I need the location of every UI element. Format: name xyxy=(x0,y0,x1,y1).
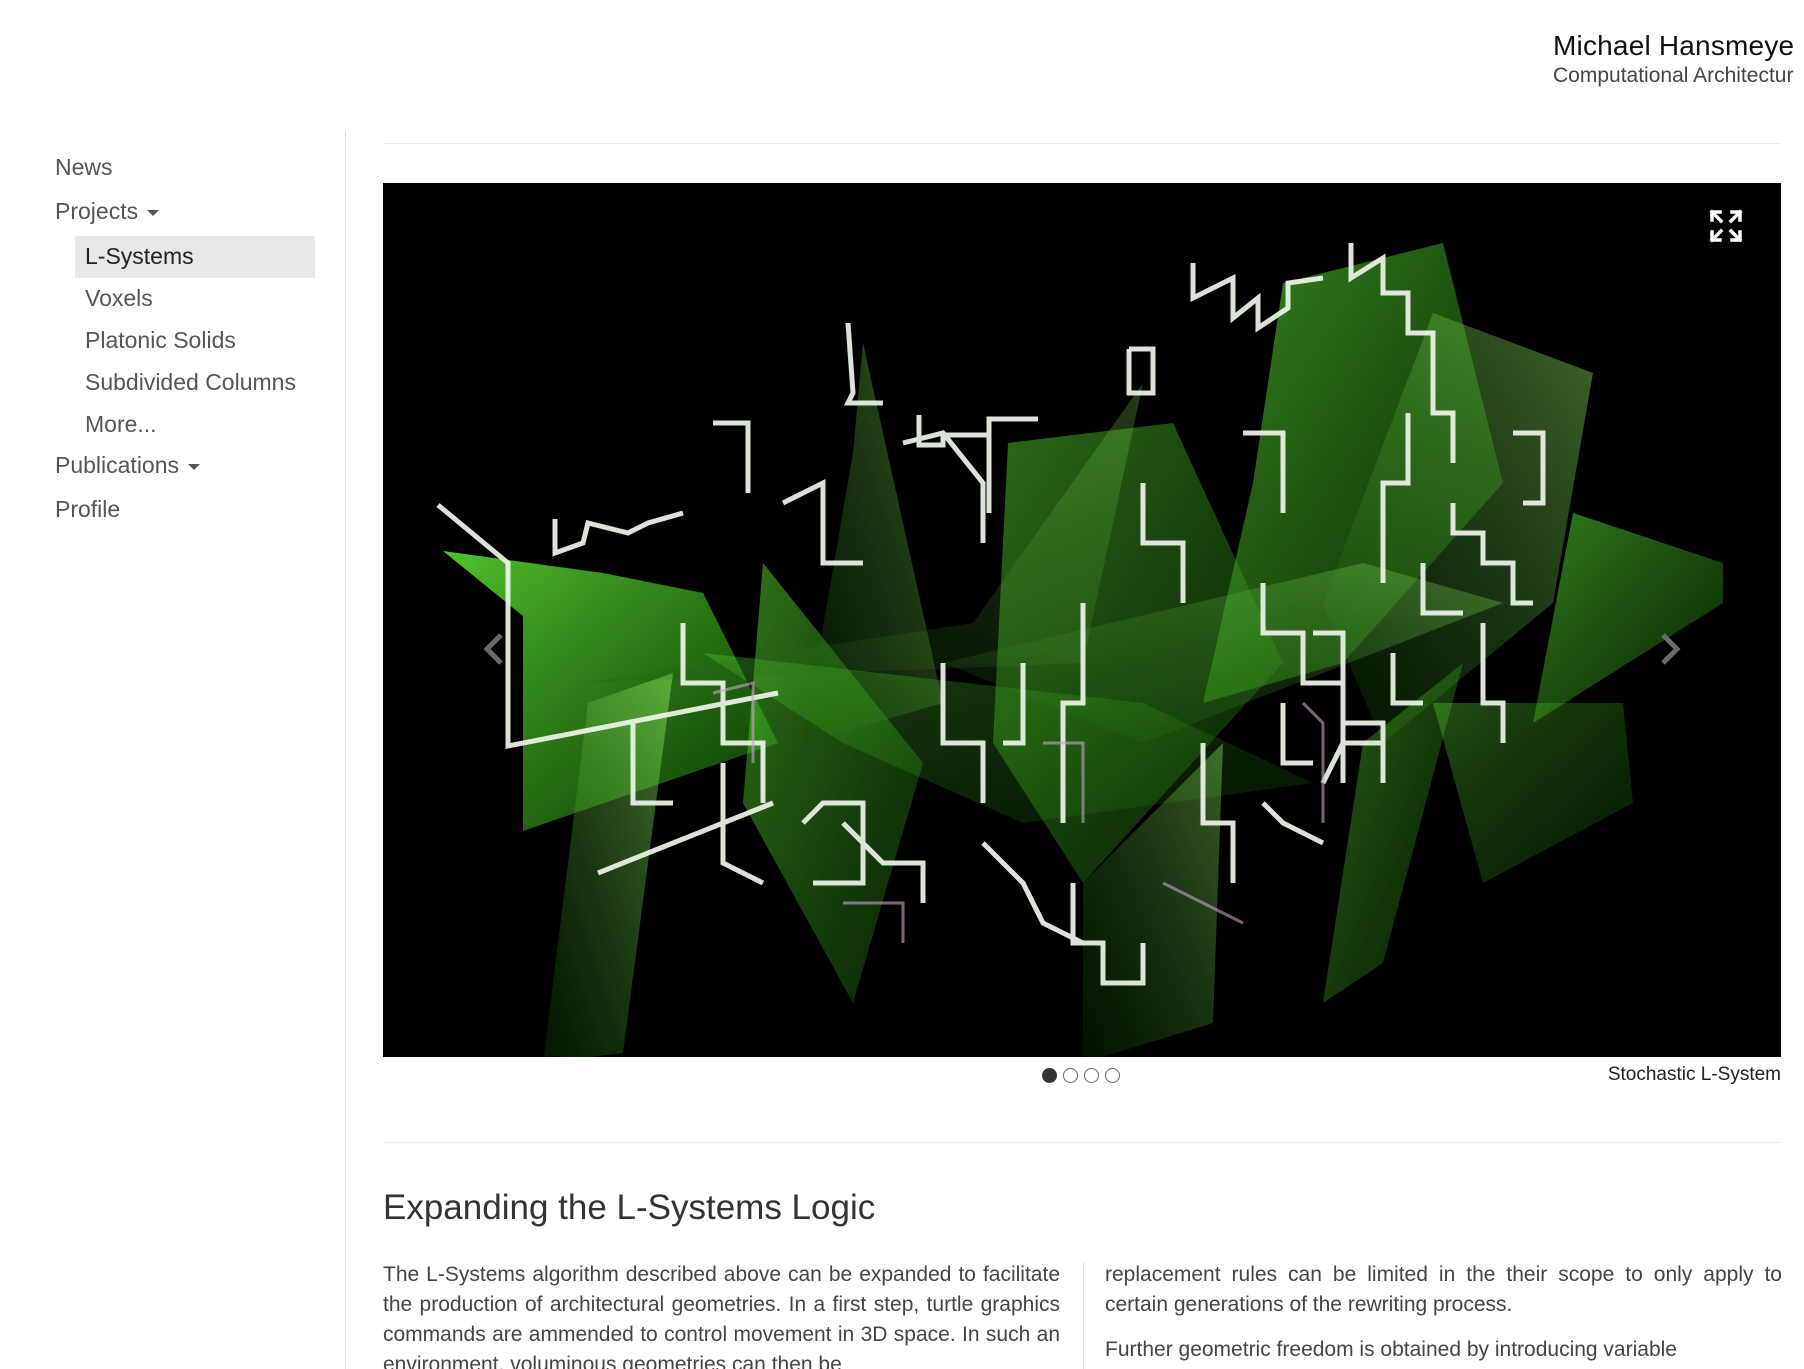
carousel-dot-3[interactable] xyxy=(1084,1068,1099,1083)
carousel-caption: Stochastic L-System xyxy=(1607,1064,1781,1085)
chevron-right-icon[interactable] xyxy=(1655,629,1685,669)
nav-item-news[interactable]: News xyxy=(55,148,315,192)
sidebar-item-voxels[interactable]: Voxels xyxy=(75,278,315,320)
nav-item-projects[interactable]: Projects xyxy=(55,192,315,236)
sidebar-item-subdivided-columns[interactable]: Subdivided Columns xyxy=(75,362,315,404)
section-title: Expanding the L-Systems Logic xyxy=(383,1188,876,1227)
paragraph: Further geometric freedom is obtained by… xyxy=(1105,1338,1677,1361)
expand-icon[interactable] xyxy=(1709,209,1743,243)
carousel-indicators xyxy=(1042,1068,1126,1086)
divider xyxy=(383,1142,1781,1143)
caret-down-icon xyxy=(188,463,201,470)
carousel-dot-2[interactable] xyxy=(1063,1068,1078,1083)
nav-item-publications[interactable]: Publications xyxy=(55,446,315,490)
chevron-left-icon[interactable] xyxy=(479,629,509,669)
nav-item-label: Projects xyxy=(55,198,139,224)
sidebar-item-more[interactable]: More... xyxy=(75,404,315,446)
caret-down-icon xyxy=(147,209,160,216)
sidebar-nav: News Projects L-Systems Voxels Platonic … xyxy=(55,148,315,534)
article-columns: The L-Systems algorithm described above … xyxy=(383,1260,1781,1369)
column-divider xyxy=(1083,1262,1084,1369)
paragraph: The L-Systems algorithm described above … xyxy=(383,1263,1060,1369)
carousel-dot-1[interactable] xyxy=(1042,1068,1057,1083)
projects-subnav: L-Systems Voxels Platonic Solids Subdivi… xyxy=(75,236,315,446)
article-column-right: replacement rules can be limited in the … xyxy=(1105,1260,1781,1369)
nav-item-profile[interactable]: Profile xyxy=(55,490,315,534)
divider xyxy=(383,143,1781,144)
paragraph: replacement rules can be limited in the … xyxy=(1105,1263,1781,1316)
page: Michael Hansmeye Computational Architect… xyxy=(0,0,1804,1369)
image-carousel[interactable] xyxy=(383,183,1781,1057)
carousel-dot-4[interactable] xyxy=(1105,1068,1120,1083)
sidebar-item-platonic-solids[interactable]: Platonic Solids xyxy=(75,320,315,362)
sidebar-item-l-systems[interactable]: L-Systems xyxy=(75,236,315,278)
carousel-image xyxy=(383,183,1781,1057)
nav-item-label: Publications xyxy=(55,452,180,478)
article-column-left: The L-Systems algorithm described above … xyxy=(383,1260,1060,1369)
main-content: Stochastic L-System Expanding the L-Syst… xyxy=(383,0,1781,1369)
sidebar: News Projects L-Systems Voxels Platonic … xyxy=(0,131,346,1369)
nav-item-label: News xyxy=(55,154,113,180)
nav-item-label: Profile xyxy=(55,496,121,522)
